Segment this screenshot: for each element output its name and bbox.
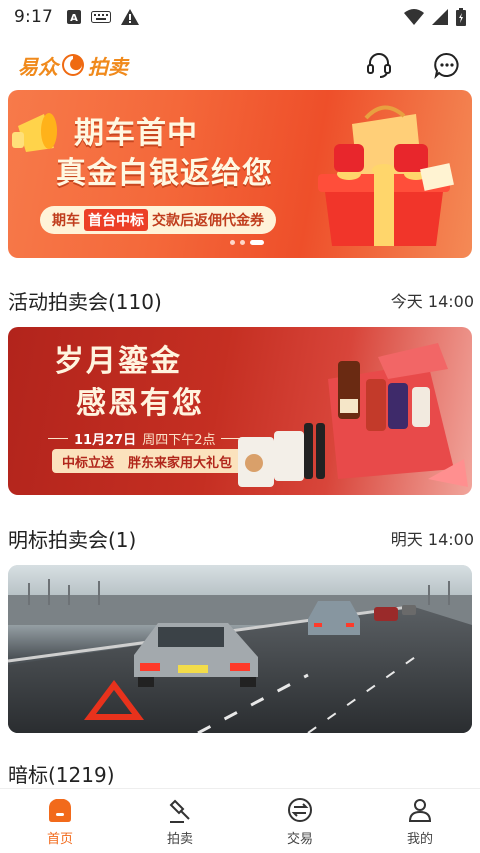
logo-text-left: 易众 <box>18 54 58 79</box>
tab-label: 拍卖 <box>166 831 193 847</box>
app-header: 易众 拍卖 <box>0 40 480 90</box>
keyboard-icon <box>90 11 111 23</box>
wifi-icon <box>404 9 424 25</box>
profile-icon <box>406 796 434 824</box>
promo-banner-carousel[interactable]: 期车首中 真金白银返给您 期车 首台中标 交款后返佣代金券 <box>8 90 472 258</box>
pill-suffix: 交款后返佣代金券 <box>152 213 264 229</box>
battery-icon <box>456 8 466 26</box>
pill-left: 中标立送 <box>62 455 115 471</box>
tab-profile[interactable]: 我的 <box>360 789 480 853</box>
logo-text-right: 拍卖 <box>88 54 128 79</box>
tab-label: 交易 <box>286 831 313 847</box>
banner-headline-line1: 岁月鎏金 <box>54 344 182 379</box>
banner-headline-line2: 感恩有您 <box>76 386 204 421</box>
bottom-navigation: 首页 拍卖 交易 我的 <box>0 788 480 853</box>
gift-products-illustration <box>238 343 468 487</box>
activity-auction-banner[interactable]: 岁月鎏金 感恩有您 11月27日 周四下午2点 中标立送 胖东来家用大礼包 <box>8 327 472 495</box>
banner-date-detail: 周四下午2点 <box>142 433 216 448</box>
exchange-icon <box>286 796 314 824</box>
section-activity-auction[interactable]: 活动拍卖会(110) 今天 14:00 <box>8 286 474 314</box>
tab-label: 首页 <box>46 831 73 847</box>
home-icon <box>46 796 74 824</box>
chat-icon[interactable] <box>432 50 462 80</box>
banner-headline-line1: 期车首中 <box>74 116 198 151</box>
tab-home[interactable]: 首页 <box>0 789 120 853</box>
pill-highlight: 首台中标 <box>84 209 148 231</box>
carousel-indicator <box>230 240 264 245</box>
headset-icon[interactable] <box>364 50 394 80</box>
warning-icon <box>120 9 139 25</box>
banner-headline-line2: 真金白银返给您 <box>56 156 273 191</box>
section-time: 今天 14:00 <box>390 292 474 311</box>
banner-headline: 期车首中 真金白银返给您 <box>56 114 273 194</box>
carousel-dot <box>230 240 235 245</box>
open-bid-auction-banner[interactable] <box>8 565 472 733</box>
tab-auction[interactable]: 拍卖 <box>120 789 240 853</box>
section-title: 活动拍卖会(110) <box>8 289 162 314</box>
banner-promo-pill: 期车 首台中标 交款后返佣代金券 <box>40 206 276 234</box>
text-a-icon: A <box>66 10 81 24</box>
signal-icon <box>432 9 448 25</box>
banner-headline: 岁月鎏金 感恩有您 <box>54 341 204 425</box>
gift-box-illustration <box>318 105 454 246</box>
app-logo: 易众 拍卖 <box>18 51 128 80</box>
pill-prefix: 期车 <box>52 213 80 229</box>
section-time: 明天 14:00 <box>390 530 474 549</box>
banner-date: 11月27日 <box>74 433 137 448</box>
carousel-dot <box>240 240 245 245</box>
tab-trade[interactable]: 交易 <box>240 789 360 853</box>
gavel-icon <box>166 796 194 824</box>
banner-gift-pill: 中标立送 胖东来家用大礼包 <box>52 449 243 473</box>
section-title: 暗标(1219) <box>8 762 115 787</box>
section-sealed-bid[interactable]: 暗标(1219) <box>8 760 474 787</box>
svg-text:A: A <box>70 13 78 24</box>
section-title: 明标拍卖会(1) <box>8 527 137 552</box>
logo-swirl-icon <box>62 54 84 76</box>
section-open-bid-auction[interactable]: 明标拍卖会(1) 明天 14:00 <box>8 524 474 552</box>
banner-date-row: 11月27日 周四下午2点 <box>48 429 242 448</box>
highway-photo <box>8 565 472 733</box>
pill-right: 胖东来家用大礼包 <box>128 455 233 471</box>
status-bar: 9:17 A <box>0 0 480 34</box>
status-time: 9:17 <box>14 7 53 27</box>
tab-label: 我的 <box>406 831 433 847</box>
carousel-dot-active <box>250 240 264 245</box>
